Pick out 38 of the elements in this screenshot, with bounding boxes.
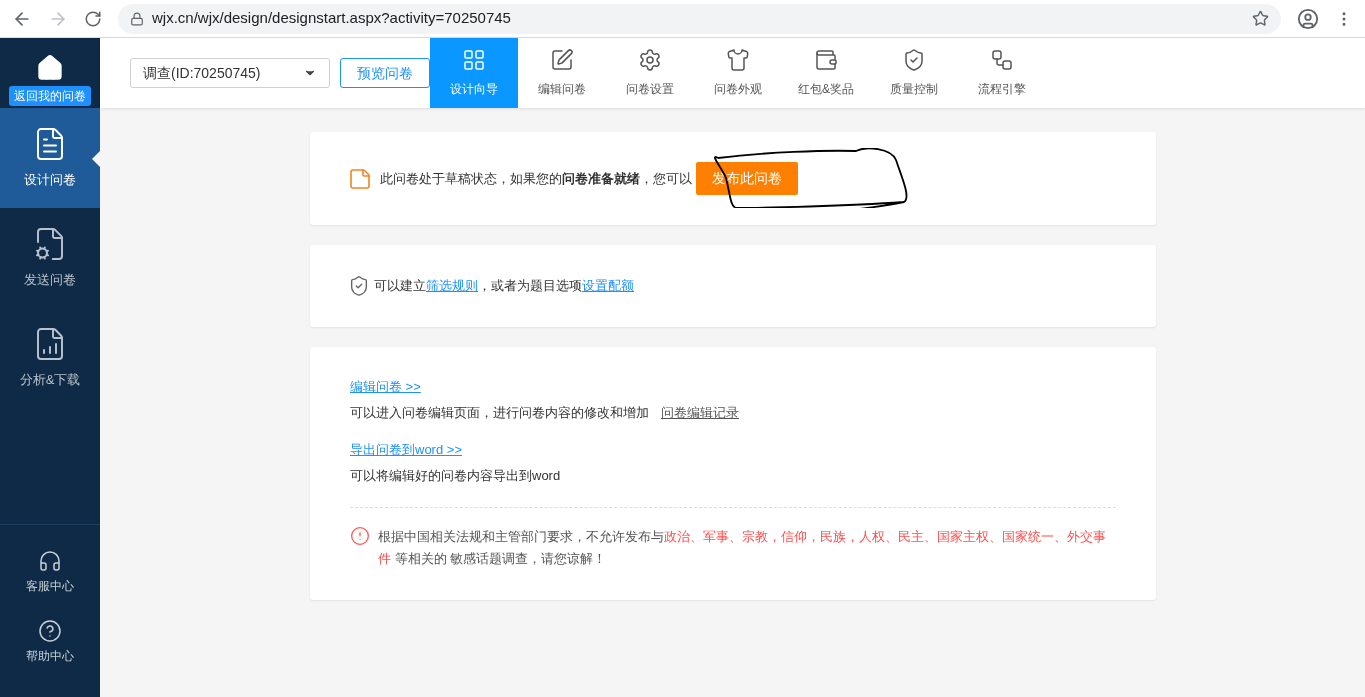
home-icon[interactable] (36, 54, 64, 82)
nav-tab[interactable]: 问卷外观 (694, 38, 782, 108)
draft-note-icon (348, 166, 372, 191)
notice-text: 根据中国相关法规和主管部门要求，不允许发布与政治、军事、宗教，信仰，民族，人权、民主、国家主权、国家统一、外交事件 等相关的 敏感话题调查，请您谅解！ (378, 528, 1107, 568)
lock-icon (130, 11, 144, 26)
sidebar-item[interactable]: 发送问卷 (0, 208, 100, 308)
account-icon[interactable] (1297, 7, 1319, 30)
help-icon (38, 619, 62, 643)
shield-check-icon (348, 275, 370, 297)
survey-select[interactable]: 调查(ID:70250745) (130, 58, 330, 88)
edit-description: 可以进入问卷编辑页面，进行问卷内容的修改和增加 (350, 403, 649, 422)
sidebar-link[interactable]: 帮助中心 (0, 619, 100, 665)
nav-tab[interactable]: 质量控制 (870, 38, 958, 108)
shirt-icon (726, 48, 750, 72)
nav-tab[interactable]: 流程引擎 (958, 38, 1046, 108)
sidebar-item[interactable]: 设计问卷 (0, 108, 100, 208)
headset-icon (38, 549, 62, 573)
grid-icon (462, 48, 486, 72)
sidebar-item[interactable]: 分析&下载 (0, 308, 100, 408)
rules-text: ，或者为题目选项 (478, 277, 582, 296)
edit-icon (550, 48, 574, 72)
edit-history-link[interactable]: 问卷编辑记录 (661, 402, 739, 422)
shield-check-icon (902, 48, 926, 72)
settings-icon (638, 48, 662, 72)
address-bar[interactable]: wjx.cn/wjx/design/designstart.aspx?activity=70250745 (118, 3, 1281, 34)
nav-tab[interactable]: 编辑问卷 (518, 38, 606, 108)
flow-icon (990, 48, 1014, 72)
star-icon[interactable] (1252, 10, 1269, 27)
alert-icon (350, 526, 370, 546)
url-text: wjx.cn/wjx/design/designstart.aspx?activity=70250745 (152, 8, 512, 29)
export-description: 可以将编辑好的问卷内容导出到word (350, 466, 561, 485)
nav-tab[interactable]: 问卷设置 (606, 38, 694, 108)
status-text: 此问卷处于草稿状态，如果您的问卷准备就绪，您可以 (380, 169, 692, 188)
pointer-triangle (92, 151, 100, 167)
reload-icon[interactable] (84, 9, 102, 28)
sidebar-link[interactable]: 客服中心 (0, 549, 100, 595)
nav-tab[interactable]: 红包&奖品 (782, 38, 870, 108)
rules-text: 可以建立 (374, 277, 426, 296)
